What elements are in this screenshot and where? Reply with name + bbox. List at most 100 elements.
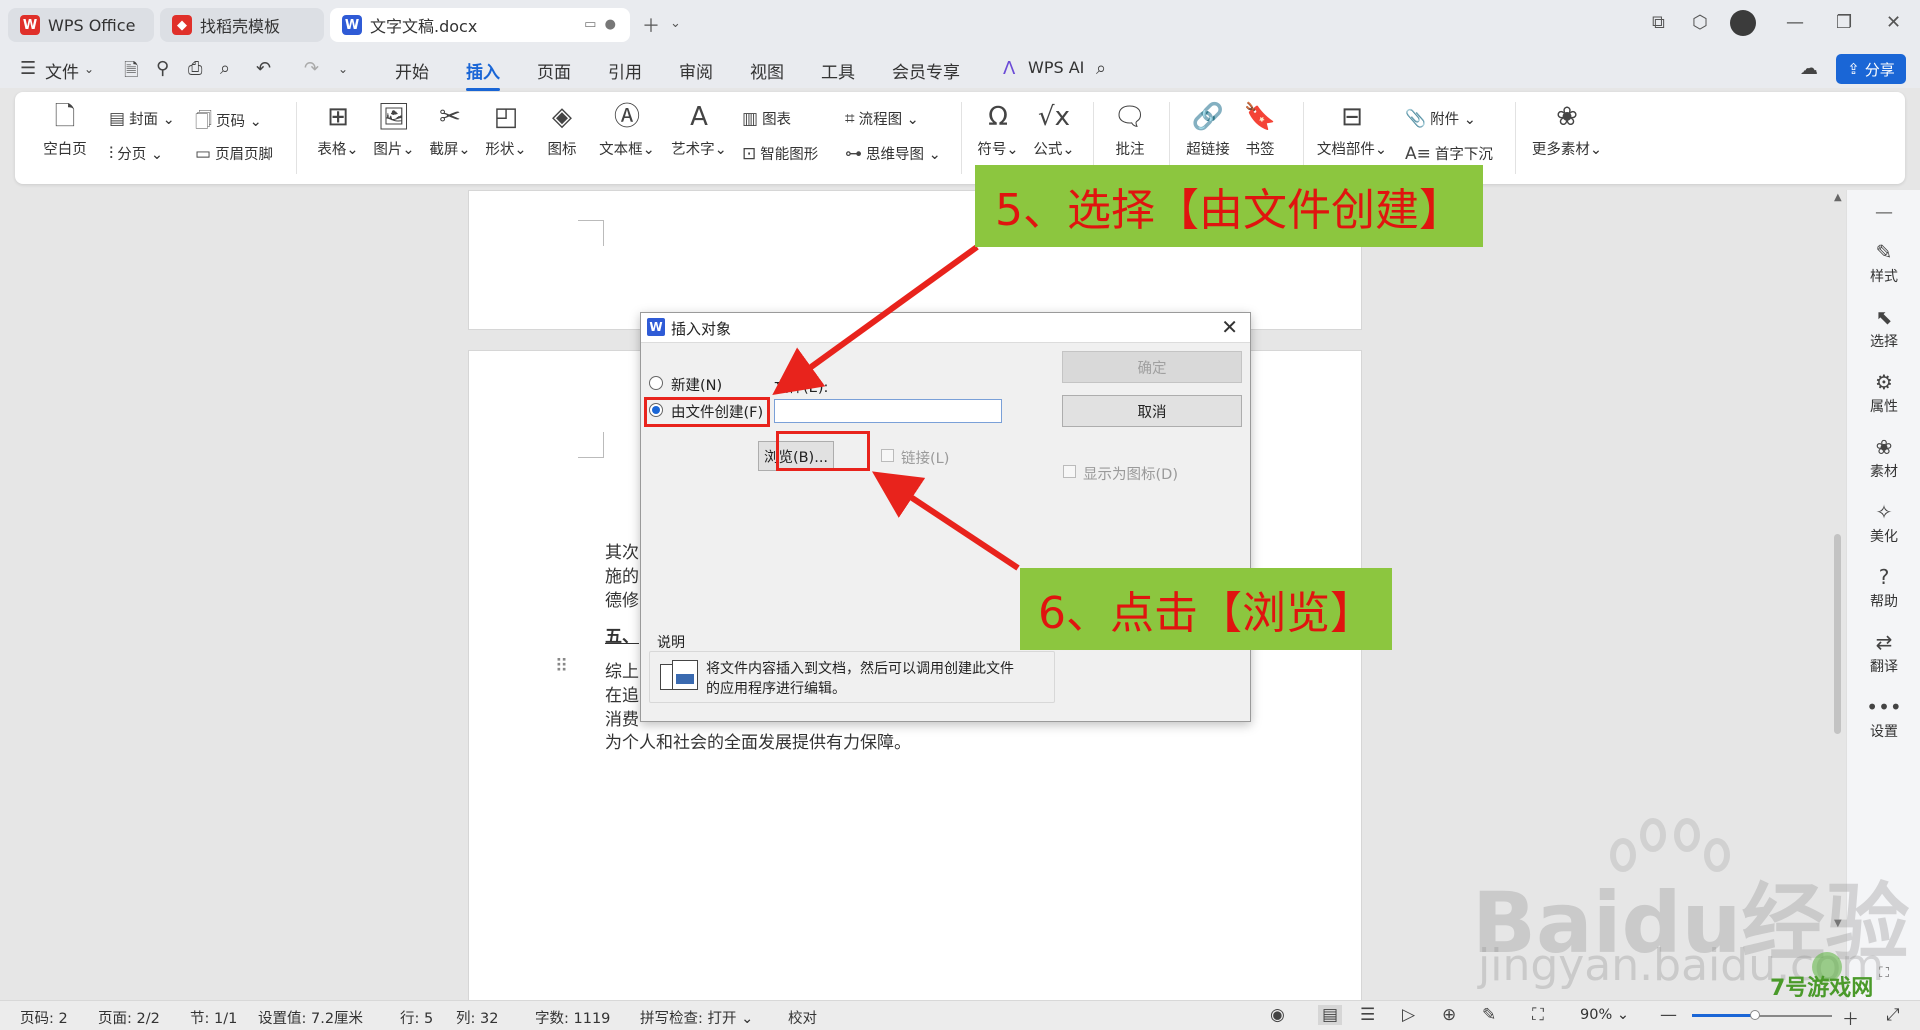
maximize-icon[interactable]: ❐ bbox=[1836, 12, 1852, 33]
link-checkbox[interactable] bbox=[881, 449, 894, 462]
panel-settings[interactable]: ••• 设置 bbox=[1847, 695, 1920, 741]
panel-materials[interactable]: ❀ 素材 bbox=[1847, 435, 1920, 481]
menu-page[interactable]: 页面 bbox=[537, 58, 571, 83]
symbol-button[interactable]: Ω 符号⌄ bbox=[973, 100, 1023, 159]
menu-insert[interactable]: 插入 bbox=[466, 58, 500, 91]
scrollbar-thumb[interactable] bbox=[1834, 534, 1841, 734]
menu-file[interactable]: 文件 bbox=[45, 58, 79, 83]
save-icon[interactable]: 🗎 bbox=[124, 58, 138, 88]
status-section[interactable]: 节: 1/1 bbox=[190, 1007, 237, 1028]
dialog-title-bar[interactable]: W 插入对象 ✕ bbox=[641, 313, 1250, 343]
outline-view-icon[interactable]: ☰ bbox=[1360, 1005, 1375, 1025]
window-restore-icon[interactable]: ⧉ bbox=[1652, 12, 1665, 33]
menu-tools[interactable]: 工具 bbox=[821, 58, 855, 83]
redo-icon[interactable]: ↷ bbox=[304, 58, 319, 79]
panel-styles[interactable]: ✎ 样式 bbox=[1847, 240, 1920, 286]
bookmark-button[interactable]: 🔖 书签 bbox=[1237, 100, 1283, 159]
mindmap-button[interactable]: ⊶ 思维导图 ⌄ bbox=[845, 143, 941, 164]
avatar[interactable] bbox=[1730, 10, 1756, 36]
format-painter-icon[interactable]: ⚲ bbox=[156, 58, 169, 79]
ok-button[interactable]: 确定 bbox=[1062, 351, 1242, 383]
print-preview-icon[interactable]: ⌕ bbox=[220, 58, 230, 79]
eye-icon[interactable]: ◉ bbox=[1270, 1005, 1285, 1025]
blank-page-button[interactable]: 🗋 空白页 bbox=[35, 100, 95, 159]
drag-handle-icon[interactable]: ⠿ bbox=[555, 656, 568, 677]
screenshot-button[interactable]: ✂ 截屏⌄ bbox=[422, 100, 478, 159]
file-path-input[interactable] bbox=[774, 399, 1002, 423]
page-number-button[interactable]: 🗍 页码 ⌄ bbox=[195, 108, 262, 137]
zoom-slider-handle[interactable] bbox=[1750, 1010, 1760, 1020]
panel-collapse-icon[interactable]: — bbox=[1847, 202, 1920, 223]
textbox-button[interactable]: Ⓐ 文本框⌄ bbox=[592, 100, 662, 159]
zoom-level[interactable]: 90% ⌄ bbox=[1580, 1007, 1629, 1023]
scroll-up-icon[interactable]: ▲ bbox=[1834, 192, 1842, 203]
dialog-close-icon[interactable]: ✕ bbox=[1221, 315, 1238, 339]
menu-view[interactable]: 视图 bbox=[750, 58, 784, 83]
minimize-icon[interactable]: — bbox=[1786, 12, 1804, 33]
header-footer-button[interactable]: ▭ 页眉页脚 bbox=[195, 143, 273, 164]
menu-references[interactable]: 引用 bbox=[608, 58, 642, 83]
table-button[interactable]: ⊞ 表格⌄ bbox=[310, 100, 366, 159]
chart-button[interactable]: ▥ 图表 bbox=[742, 108, 791, 129]
zoom-slider[interactable] bbox=[1692, 1010, 1832, 1020]
undo-icon[interactable]: ↶ bbox=[256, 58, 271, 79]
cube-icon[interactable]: ⬡ bbox=[1692, 12, 1708, 33]
zoom-out-icon[interactable]: — bbox=[1660, 1005, 1677, 1025]
show-as-icon-checkbox[interactable] bbox=[1063, 465, 1076, 478]
pen-mode-icon[interactable]: ✎ bbox=[1482, 1005, 1496, 1025]
close-window-icon[interactable]: ✕ bbox=[1886, 12, 1901, 33]
play-icon[interactable]: ▷ bbox=[1402, 1005, 1415, 1025]
status-pages[interactable]: 页面: 2/2 bbox=[98, 1007, 160, 1028]
chevron-down-icon[interactable]: ⌄ bbox=[84, 62, 94, 76]
tab-docer-template[interactable]: ◆ 找稻壳模板 bbox=[160, 8, 324, 42]
expand-icon[interactable]: ⤢ bbox=[1886, 1005, 1900, 1025]
hyperlink-button[interactable]: 🔗 超链接 bbox=[1181, 100, 1235, 159]
share-button[interactable]: ⇪ 分享 bbox=[1836, 54, 1906, 84]
tab-list-chevron-icon[interactable]: ⌄ bbox=[670, 16, 681, 31]
picture-button[interactable]: 🖼 图片⌄ bbox=[366, 100, 422, 159]
radio-new[interactable] bbox=[649, 376, 663, 390]
quick-access-chevron-icon[interactable]: ⌄ bbox=[338, 62, 348, 76]
print-icon[interactable]: ⎙ bbox=[188, 58, 202, 79]
search-icon[interactable]: ⌕ bbox=[1096, 58, 1106, 79]
panel-help[interactable]: ? 帮助 bbox=[1847, 565, 1920, 611]
panel-translate[interactable]: ⇄ 翻译 bbox=[1847, 630, 1920, 676]
status-spell-check[interactable]: 拼写检查: 打开 ⌄ bbox=[640, 1007, 753, 1028]
web-view-icon[interactable]: ⊕ bbox=[1442, 1005, 1456, 1025]
formula-button[interactable]: √x 公式⌄ bbox=[1027, 100, 1081, 159]
cover-button[interactable]: ▤ 封面 ⌄ bbox=[109, 108, 175, 129]
status-setting[interactable]: 设置值: 7.2厘米 bbox=[258, 1007, 363, 1028]
section-break-button[interactable]: ⫶ 分页 ⌄ bbox=[109, 143, 163, 164]
page-view-icon[interactable]: ▤ bbox=[1318, 1005, 1343, 1025]
doc-parts-button[interactable]: ⊟ 文档部件⌄ bbox=[1315, 100, 1389, 159]
panel-select[interactable]: ⬉ 选择 bbox=[1847, 305, 1920, 351]
cancel-button[interactable]: 取消 bbox=[1062, 395, 1242, 427]
drop-cap-button[interactable]: A≡ 首字下沉 bbox=[1405, 143, 1493, 164]
hamburger-icon[interactable]: ☰ bbox=[20, 58, 36, 79]
tab-document[interactable]: W 文字文稿.docx ▭ ● bbox=[330, 8, 630, 42]
status-word-count[interactable]: 字数: 1119 bbox=[535, 1007, 610, 1028]
new-tab-icon[interactable]: ＋ bbox=[642, 12, 660, 38]
status-page-code[interactable]: 页码: 2 bbox=[20, 1007, 68, 1028]
menu-member[interactable]: 会员专享 bbox=[892, 58, 960, 83]
flowchart-button[interactable]: ⌗ 流程图 ⌄ bbox=[845, 108, 919, 129]
panel-properties[interactable]: ⚙ 属性 bbox=[1847, 370, 1920, 416]
cloud-chat-icon[interactable]: ☁ bbox=[1800, 58, 1818, 79]
radio-new-label[interactable]: 新建(N) bbox=[671, 374, 722, 395]
attachment-button[interactable]: 📎 附件 ⌄ bbox=[1405, 108, 1476, 129]
fit-page-icon[interactable]: ⛶ bbox=[1532, 1005, 1544, 1025]
menu-home[interactable]: 开始 bbox=[395, 58, 429, 83]
status-proofread[interactable]: 校对 bbox=[788, 1007, 817, 1028]
zoom-in-icon[interactable]: ＋ bbox=[1842, 1005, 1859, 1030]
shape-button[interactable]: ◰ 形状⌄ bbox=[478, 100, 534, 159]
panel-beautify[interactable]: ✧ 美化 bbox=[1847, 500, 1920, 546]
wordart-button[interactable]: A 艺术字⌄ bbox=[666, 100, 732, 159]
icon-button[interactable]: ◈ 图标 bbox=[534, 100, 590, 159]
menu-review[interactable]: 审阅 bbox=[679, 58, 713, 83]
status-col[interactable]: 列: 32 bbox=[456, 1007, 498, 1028]
more-materials-button[interactable]: ❀ 更多素材⌄ bbox=[1527, 100, 1607, 159]
status-row[interactable]: 行: 5 bbox=[400, 1007, 433, 1028]
smart-graphic-button[interactable]: ⊡ 智能图形 bbox=[742, 143, 818, 164]
menu-wps-ai[interactable]: WPS AI bbox=[1028, 58, 1084, 77]
tab-wps-office[interactable]: W WPS Office bbox=[8, 8, 154, 42]
